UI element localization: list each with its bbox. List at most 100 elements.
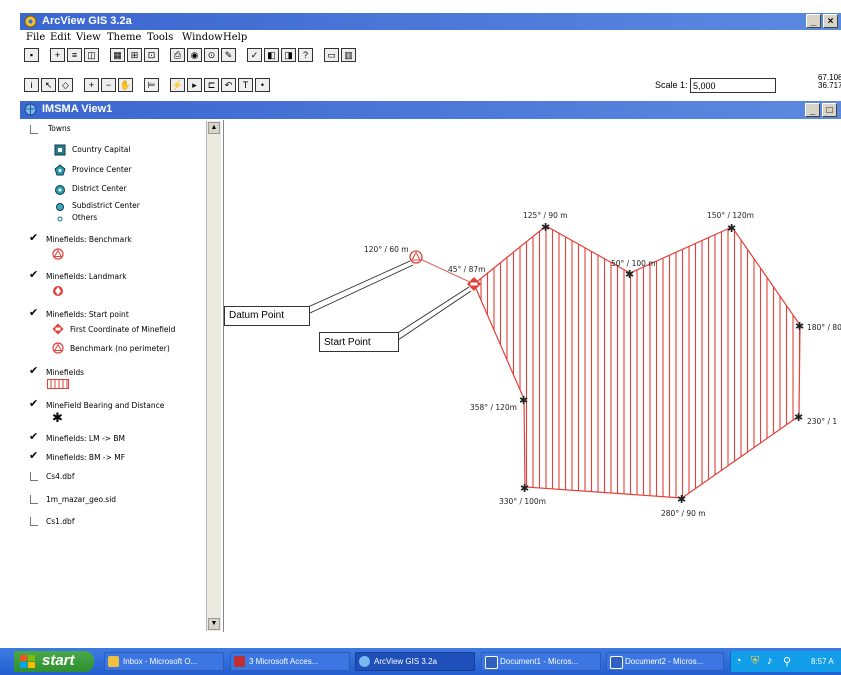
theme-label-start-point[interactable]: Minefields: Start point [46, 310, 129, 319]
security-shield-icon[interactable]: ⛨ [751, 655, 759, 668]
theme-label-towns[interactable]: Towns [48, 124, 71, 133]
theme-checkbox-bm-mf[interactable]: ✔ [29, 451, 39, 462]
windows-logo-icon [20, 655, 35, 668]
theme-checkbox-minefields[interactable]: ✔ [29, 366, 39, 377]
zoom-in-icon[interactable]: + [84, 78, 99, 92]
theme-checkbox-landmark[interactable]: ✔ [29, 270, 39, 281]
label-icon[interactable]: ↶ [221, 78, 236, 92]
theme-label-cs4[interactable]: Cs4.dbf [46, 472, 74, 481]
clock: 8:57 A [811, 657, 834, 666]
menu-view[interactable]: View [76, 32, 101, 43]
vertex-edit-icon[interactable]: ◇ [58, 78, 73, 92]
tool-bar: i ↖ ◇ + − ✋ ⊨ ⚡ ▸ ⊏ ↶ T • Scale 1: 67.10… [20, 74, 841, 95]
task-document2[interactable]: Document2 - Micros... [606, 652, 724, 671]
map-display[interactable]: ✱ ✱ ✱ ✱ ✱ ✱ ✱ ✱ 120° / 60 m 45° / 87m 12… [224, 120, 841, 632]
layout-icon[interactable]: ▭ [324, 48, 339, 62]
map-canvas[interactable]: ✱ ✱ ✱ ✱ ✱ ✱ ✱ ✱ 120° / 60 m 45° / 87m 12… [224, 120, 841, 632]
theme-label-bm-mf[interactable]: Minefields: BM -> MF [46, 453, 125, 462]
zoom-out-icon[interactable]: − [101, 78, 116, 92]
select-feature-icon[interactable]: ▸ [187, 78, 202, 92]
menu-tools[interactable]: Tools [147, 32, 173, 43]
pan-icon[interactable]: ✋ [118, 78, 133, 92]
theme-checkbox-bearing-distance[interactable]: ✔ [29, 399, 39, 410]
turning-point-icon[interactable]: ✱ [727, 223, 736, 235]
theme-checkbox-lm-bm[interactable]: ✔ [29, 432, 39, 443]
theme-label-lm-bm[interactable]: Minefields: LM -> BM [46, 434, 125, 443]
view-minimize-button[interactable]: _ [805, 103, 820, 117]
turning-point-icon[interactable]: ✱ [795, 321, 804, 333]
start-button[interactable]: start [14, 651, 94, 672]
volume-icon[interactable]: ♪ [767, 655, 773, 667]
province-center-symbol-icon [54, 164, 66, 176]
turning-point-icon[interactable]: ✱ [794, 412, 803, 424]
add-theme-icon[interactable]: + [50, 48, 65, 62]
locate-icon[interactable]: ⊙ [204, 48, 219, 62]
datum-benchmark-icon[interactable] [409, 250, 423, 264]
theme-label-mazar[interactable]: 1m_mazar_geo.sid [46, 495, 116, 504]
query-builder-icon[interactable]: ✎ [221, 48, 236, 62]
area-of-interest-icon[interactable]: ⊏ [204, 78, 219, 92]
save-icon[interactable]: ▪ [24, 48, 39, 62]
table-of-contents: Towns Country Capital Province Center Di… [20, 120, 224, 632]
pointer-icon[interactable]: ↖ [41, 78, 56, 92]
turning-point-icon[interactable]: ✱ [520, 483, 529, 495]
open-table-icon[interactable]: ▦ [110, 48, 125, 62]
menu-edit[interactable]: Edit [50, 32, 71, 43]
identify-icon[interactable]: i [24, 78, 39, 92]
find-icon[interactable]: ◉ [187, 48, 202, 62]
bearing-label-p6: 280° / 90 m [661, 509, 706, 518]
text-tool-icon[interactable]: T [238, 78, 253, 92]
network-icon[interactable]: ◔ [735, 655, 742, 667]
theme-checkbox-cs1[interactable] [30, 517, 38, 526]
help-icon[interactable]: ? [298, 48, 313, 62]
task-inbox[interactable]: Inbox - Microsoft O... [104, 652, 224, 671]
turning-point-icon[interactable]: ✱ [519, 395, 528, 407]
chart-icon[interactable]: ▥ [341, 48, 356, 62]
switch-selection-icon[interactable]: ◨ [281, 48, 296, 62]
theme-label-minefields[interactable]: Minefields [46, 368, 84, 377]
turning-point-icon[interactable]: ✱ [541, 222, 550, 234]
zoom-active-icon[interactable]: ⊡ [144, 48, 159, 62]
theme-label-benchmark[interactable]: Minefields: Benchmark [46, 235, 132, 244]
theme-checkbox-start-point[interactable]: ✔ [29, 308, 39, 319]
hotlink-icon[interactable]: ⚡ [170, 78, 185, 92]
edit-legend-icon[interactable]: ◫ [84, 48, 99, 62]
theme-label-cs1[interactable]: Cs1.dbf [46, 517, 74, 526]
menu-help[interactable]: Help [223, 32, 247, 43]
bearing-label-p8: 358° / 120m [470, 403, 517, 412]
theme-label-landmark[interactable]: Minefields: Landmark [46, 272, 127, 281]
zoom-full-icon[interactable]: ⊞ [127, 48, 142, 62]
search-icon[interactable]: ⚲ [783, 655, 791, 668]
menu-file[interactable]: File [26, 32, 45, 43]
menu-window[interactable]: Window [182, 32, 223, 43]
task-access[interactable]: 3 Microsoft Acces... [230, 652, 350, 671]
theme-checkbox-cs4[interactable] [30, 472, 38, 481]
clear-selection-icon[interactable]: ◧ [264, 48, 279, 62]
legend-item-district-center: District Center [72, 184, 127, 193]
theme-label-bearing-distance[interactable]: MineField Bearing and Distance [46, 401, 164, 410]
theme-checkbox-benchmark[interactable]: ✔ [29, 233, 39, 244]
theme-checkbox-mazar[interactable] [30, 495, 38, 504]
start-point-callout[interactable]: Start Point [319, 332, 399, 352]
scroll-up-arrow-icon[interactable]: ▲ [208, 122, 220, 134]
turning-point-icon[interactable]: ✱ [625, 269, 634, 281]
minefield-hatch-symbol-icon [47, 379, 69, 389]
theme-properties-icon[interactable]: ≡ [67, 48, 82, 62]
select-all-icon[interactable]: ✓ [247, 48, 262, 62]
point-tool-icon[interactable]: • [255, 78, 270, 92]
legend-scrollbar[interactable]: ▲ ▼ [206, 121, 221, 631]
scale-input[interactable] [690, 78, 776, 93]
print-icon[interactable]: ⎙ [170, 48, 185, 62]
legend-item-first-coordinate: First Coordinate of Minefield [70, 325, 176, 334]
task-arcview[interactable]: ArcView GIS 3.2a [355, 652, 475, 671]
datum-point-callout[interactable]: Datum Point [224, 306, 310, 326]
task-document1[interactable]: Document1 - Micros... [481, 652, 601, 671]
measure-icon[interactable]: ⊨ [144, 78, 159, 92]
minimize-button[interactable]: _ [806, 14, 821, 28]
close-button[interactable]: × [823, 14, 838, 28]
turning-point-icon[interactable]: ✱ [677, 494, 686, 506]
theme-checkbox-towns[interactable] [30, 125, 38, 134]
menu-theme[interactable]: Theme [107, 32, 141, 43]
scroll-down-arrow-icon[interactable]: ▼ [208, 618, 220, 630]
view-restore-button[interactable]: □ [822, 103, 837, 117]
